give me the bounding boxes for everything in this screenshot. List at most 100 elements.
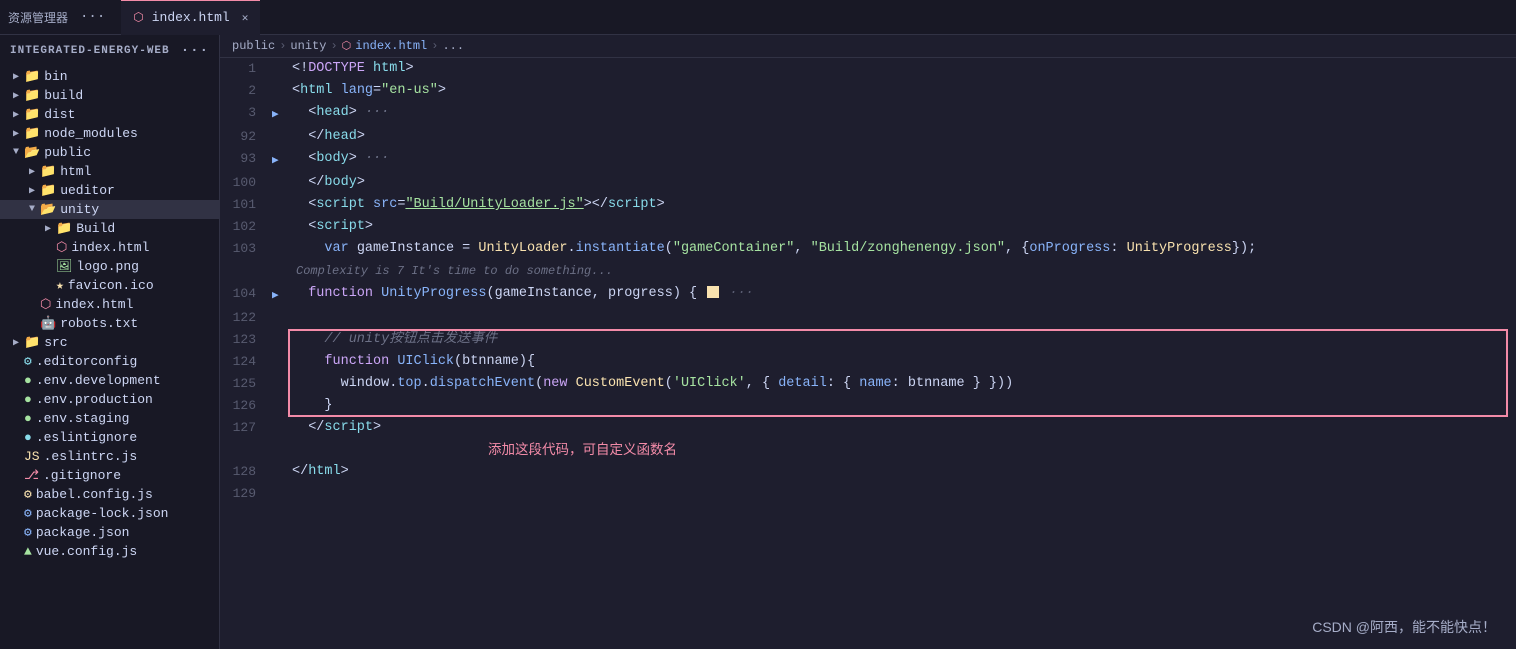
sidebar: INTEGRATED-ENERGY-WEB ··· ▶ 📁 bin ▶ 📁 bu… bbox=[0, 35, 220, 649]
sidebar-item-robots-txt[interactable]: 🤖 robots.txt bbox=[0, 314, 219, 333]
editor-area[interactable]: 1 <!DOCTYPE html> 2 <html lang="en-us"> … bbox=[220, 58, 1516, 649]
sidebar-item-label: .env.production bbox=[36, 392, 153, 407]
chevron-down-icon: ▼ bbox=[8, 147, 24, 158]
folder-icon: 📁 bbox=[24, 335, 40, 350]
code-line-93: 93 ▶ <body> ··· bbox=[220, 148, 1516, 172]
explorer-title: 资源管理器 bbox=[8, 9, 68, 26]
sidebar-item-logo-png[interactable]: 🖼 logo.png bbox=[0, 257, 219, 276]
sidebar-item-Build[interactable]: ▶ 📁 Build bbox=[0, 219, 219, 238]
code-line-101: 101 <script src="Build/UnityLoader.js"><… bbox=[220, 194, 1516, 216]
sidebar-item-label: favicon.ico bbox=[68, 278, 154, 293]
env-icon: ● bbox=[24, 392, 32, 407]
code-line-123: 123 // unity按钮点击发送事件 bbox=[220, 329, 1516, 351]
sidebar-item-label: ueditor bbox=[60, 183, 115, 198]
sidebar-item-label: html bbox=[60, 164, 91, 179]
sidebar-item-unity[interactable]: ▼ 📂 unity bbox=[0, 200, 219, 219]
sidebar-item-index-html-unity[interactable]: ⬡ index.html bbox=[0, 238, 219, 257]
explorer-dots[interactable]: ··· bbox=[80, 9, 105, 25]
sidebar-item-favicon[interactable]: ★ favicon.ico bbox=[0, 276, 219, 295]
json-icon: ⚙ bbox=[24, 525, 32, 540]
sidebar-item-html[interactable]: ▶ 📁 html bbox=[0, 162, 219, 181]
sidebar-item-vue-config[interactable]: ▲ vue.config.js bbox=[0, 542, 219, 561]
json-icon: ⚙ bbox=[24, 506, 32, 521]
sidebar-item-label: vue.config.js bbox=[36, 544, 137, 559]
folder-icon: 📁 bbox=[24, 69, 40, 84]
folder-icon: 📁 bbox=[40, 183, 56, 198]
code-line-129: 129 bbox=[220, 483, 1516, 505]
sidebar-item-public[interactable]: ▼ 📂 public bbox=[0, 143, 219, 162]
tab-close-button[interactable]: ✕ bbox=[242, 11, 249, 25]
code-line-128: 128 </html> bbox=[220, 461, 1516, 483]
sidebar-item-editorconfig[interactable]: ⚙ .editorconfig bbox=[0, 352, 219, 371]
sidebar-item-eslintrc[interactable]: JS .eslintrc.js bbox=[0, 447, 219, 466]
sidebar-item-env-staging[interactable]: ● .env.staging bbox=[0, 409, 219, 428]
breadcrumb-unity: unity bbox=[290, 39, 326, 53]
config-icon: ● bbox=[24, 430, 32, 445]
chevron-right-icon: ▶ bbox=[8, 337, 24, 349]
html-icon: ⬡ bbox=[40, 297, 51, 312]
top-bar: 资源管理器 ··· ⬡ index.html ✕ bbox=[0, 0, 1516, 35]
editor-tab[interactable]: ⬡ index.html ✕ bbox=[121, 0, 260, 35]
sidebar-item-label: index.html bbox=[55, 297, 133, 312]
sidebar-item-eslintignore[interactable]: ● .eslintignore bbox=[0, 428, 219, 447]
code-line-125: 125 window.top.dispatchEvent(new CustomE… bbox=[220, 373, 1516, 395]
config-icon: ⚙ bbox=[24, 354, 32, 369]
editor-panel: public › unity › ⬡ index.html › ... 1 <!… bbox=[220, 35, 1516, 649]
sidebar-item-label: .gitignore bbox=[43, 468, 121, 483]
txt-icon: 🤖 bbox=[40, 316, 56, 331]
folder-open-icon: 📂 bbox=[40, 202, 56, 217]
breadcrumb-sep1: › bbox=[279, 39, 286, 53]
breadcrumb: public › unity › ⬡ index.html › ... bbox=[220, 35, 1516, 58]
sidebar-item-bin[interactable]: ▶ 📁 bin bbox=[0, 67, 219, 86]
breadcrumb-index-html: index.html bbox=[355, 39, 427, 53]
chevron-right-icon: ▶ bbox=[8, 90, 24, 102]
highlighted-code-block: 123 // unity按钮点击发送事件 124 function UIClic… bbox=[220, 329, 1516, 417]
folder-icon: 📁 bbox=[24, 88, 40, 103]
env-icon: ● bbox=[24, 411, 32, 426]
code-line-103: 103 var gameInstance = UnityLoader.insta… bbox=[220, 238, 1516, 260]
chevron-right-icon: ▶ bbox=[24, 166, 40, 178]
sidebar-item-gitignore[interactable]: ⎇ .gitignore bbox=[0, 466, 219, 485]
sidebar-item-ueditor[interactable]: ▶ 📁 ueditor bbox=[0, 181, 219, 200]
sidebar-item-build[interactable]: ▶ 📁 build bbox=[0, 86, 219, 105]
sidebar-item-env-prod[interactable]: ● .env.production bbox=[0, 390, 219, 409]
breadcrumb-html-icon: ⬡ bbox=[342, 39, 352, 53]
sidebar-item-package-json[interactable]: ⚙ package.json bbox=[0, 523, 219, 542]
image-icon: 🖼 bbox=[56, 259, 73, 274]
sidebar-item-label: build bbox=[44, 88, 83, 103]
sidebar-item-label: babel.config.js bbox=[36, 487, 153, 502]
sidebar-item-label: package-lock.json bbox=[36, 506, 169, 521]
folder-icon: 📁 bbox=[24, 107, 40, 122]
code-line-127: 127 </script> bbox=[220, 417, 1516, 439]
sidebar-dots[interactable]: ··· bbox=[181, 43, 209, 59]
sidebar-item-label: dist bbox=[44, 107, 75, 122]
code-line-2: 2 <html lang="en-us"> bbox=[220, 80, 1516, 102]
code-line-103b: Complexity is 7 It's time to do somethin… bbox=[220, 260, 1516, 283]
sidebar-item-label: public bbox=[44, 145, 91, 160]
code-line-1: 1 <!DOCTYPE html> bbox=[220, 58, 1516, 80]
code-line-hint: 添加这段代码，可自定义函数名 bbox=[220, 439, 1516, 461]
main-layout: INTEGRATED-ENERGY-WEB ··· ▶ 📁 bin ▶ 📁 bu… bbox=[0, 35, 1516, 649]
sidebar-item-label: .env.development bbox=[36, 373, 161, 388]
sidebar-item-label: .eslintrc.js bbox=[44, 449, 138, 464]
sidebar-item-dist[interactable]: ▶ 📁 dist bbox=[0, 105, 219, 124]
sidebar-item-node-modules[interactable]: ▶ 📁 node_modules bbox=[0, 124, 219, 143]
sidebar-item-package-lock[interactable]: ⚙ package-lock.json bbox=[0, 504, 219, 523]
sidebar-item-env-dev[interactable]: ● .env.development bbox=[0, 371, 219, 390]
sidebar-item-src[interactable]: ▶ 📁 src bbox=[0, 333, 219, 352]
sidebar-item-label: logo.png bbox=[77, 259, 139, 274]
chevron-right-icon: ▶ bbox=[8, 128, 24, 140]
sidebar-item-index-html-public[interactable]: ⬡ index.html bbox=[0, 295, 219, 314]
project-name: INTEGRATED-ENERGY-WEB bbox=[10, 45, 170, 57]
chevron-right-icon: ▶ bbox=[8, 71, 24, 83]
sidebar-item-label: unity bbox=[60, 202, 99, 217]
folder-icon: 📁 bbox=[24, 126, 40, 141]
sidebar-item-label: .editorconfig bbox=[36, 354, 137, 369]
sidebar-item-label: node_modules bbox=[44, 126, 138, 141]
vue-icon: ▲ bbox=[24, 544, 32, 559]
sidebar-item-babel[interactable]: ⚙ babel.config.js bbox=[0, 485, 219, 504]
code-line-3: 3 ▶ <head> ··· bbox=[220, 102, 1516, 126]
chevron-right-icon: ▶ bbox=[8, 109, 24, 121]
chevron-right-icon: ▶ bbox=[40, 223, 56, 235]
tab-filename: index.html bbox=[152, 10, 230, 25]
